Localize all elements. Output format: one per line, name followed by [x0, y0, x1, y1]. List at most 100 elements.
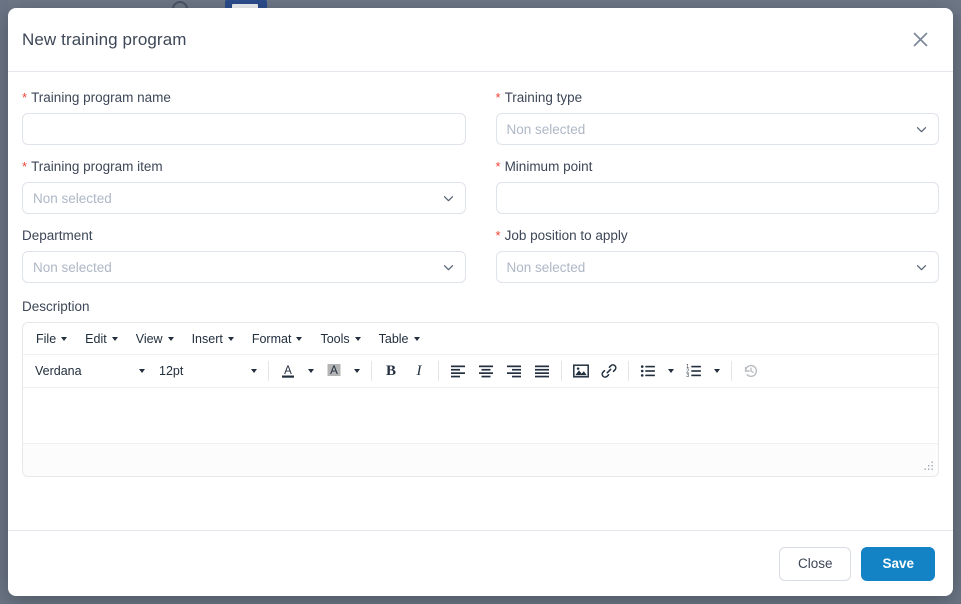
select-training-program-item[interactable]: Non selected [22, 182, 466, 214]
menu-tools[interactable]: Tools [311, 328, 369, 350]
toolbar-separator [438, 361, 439, 381]
font-size-select[interactable]: 12pt [151, 358, 263, 384]
chevron-down-icon [308, 369, 314, 373]
background-color-icon[interactable]: A [320, 358, 348, 384]
bold-icon[interactable]: B [377, 358, 405, 384]
label-training-program-item: * Training program item [22, 159, 466, 175]
close-button[interactable]: Close [778, 546, 852, 581]
label-text: Training type [504, 90, 583, 105]
menu-format[interactable]: Format [243, 328, 312, 350]
text-color-dropdown-arrow[interactable] [302, 358, 320, 384]
chevron-down-icon [139, 369, 145, 373]
text-color-split[interactable]: A [274, 358, 320, 384]
dialog-title: New training program [22, 29, 187, 49]
numbered-list-icon[interactable]: 1 2 3 [680, 358, 708, 384]
input-training-program-name[interactable] [22, 113, 466, 145]
chevron-down-icon [167, 336, 174, 341]
align-center-icon[interactable] [472, 358, 500, 384]
dialog-footer: Close Save [8, 530, 953, 596]
required-marker: * [22, 159, 28, 174]
chevron-down-icon [413, 336, 420, 341]
toolbar-separator [371, 361, 372, 381]
background-color-split[interactable]: A [320, 358, 366, 384]
field-department: Department Non selected [22, 228, 466, 283]
menu-edit[interactable]: Edit [76, 328, 127, 350]
menu-label: Format [251, 331, 292, 346]
menu-insert[interactable]: Insert [183, 328, 243, 350]
field-training-type: * Training type Non selected [495, 90, 939, 145]
select-placeholder: Non selected [506, 121, 586, 137]
label-department: Department [22, 228, 466, 244]
numbered-list-dropdown-arrow[interactable] [708, 358, 726, 384]
chevron-down-icon [354, 369, 360, 373]
numbered-list-split[interactable]: 1 2 3 [680, 358, 726, 384]
font-family-value: Verdana [35, 364, 82, 378]
align-left-icon[interactable] [444, 358, 472, 384]
required-marker: * [22, 90, 28, 105]
menu-label: File [36, 331, 57, 346]
editor-statusbar [23, 444, 938, 476]
align-right-icon[interactable] [500, 358, 528, 384]
chevron-down-icon [251, 369, 257, 373]
editor-content-area[interactable] [23, 388, 938, 444]
select-job-position-to-apply[interactable]: Non selected [495, 251, 939, 283]
required-marker: * [495, 90, 501, 105]
bullet-list-dropdown-arrow[interactable] [662, 358, 680, 384]
link-icon[interactable] [595, 358, 623, 384]
label-text: Job position to apply [504, 228, 628, 243]
field-training-program-item: * Training program item Non selected [22, 159, 466, 214]
select-placeholder: Non selected [506, 259, 586, 275]
bullet-list-split[interactable] [634, 358, 680, 384]
menu-table[interactable]: Table [370, 328, 429, 350]
toolbar-separator [731, 361, 732, 381]
close-icon[interactable] [905, 25, 935, 55]
chevron-down-icon [61, 336, 68, 341]
chevron-down-icon [443, 264, 453, 270]
menu-file[interactable]: File [27, 328, 76, 350]
font-size-value: 12pt [159, 364, 184, 378]
justify-icon[interactable] [528, 358, 556, 384]
italic-icon[interactable]: I [405, 358, 433, 384]
menu-label: Edit [85, 331, 107, 346]
image-icon[interactable] [567, 358, 595, 384]
input-minimum-point[interactable] [495, 182, 939, 214]
resize-grip-icon[interactable] [922, 460, 935, 473]
chevron-down-icon [916, 264, 927, 270]
label-text: Department [22, 228, 93, 243]
label-text: Minimum point [504, 159, 593, 174]
font-family-select[interactable]: Verdana [27, 358, 151, 384]
menu-label: Table [378, 331, 409, 346]
label-text: Training program item [31, 159, 163, 174]
label-text: Training program name [31, 90, 171, 105]
dialog-header: New training program [8, 8, 953, 72]
chevron-down-icon [296, 336, 303, 341]
editor-menubar: File Edit View Insert Format Tools Table [23, 323, 938, 355]
menu-view[interactable]: View [127, 328, 183, 350]
select-training-type[interactable]: Non selected [495, 113, 939, 145]
required-marker: * [495, 228, 501, 243]
restore-draft-icon[interactable] [737, 358, 765, 384]
field-training-program-name: * Training program name [22, 90, 466, 145]
form-grid: * Training program name * Training type … [22, 90, 939, 297]
label-training-program-name: * Training program name [22, 90, 466, 106]
text-color-icon[interactable]: A [274, 358, 302, 384]
chevron-down-icon [111, 336, 118, 341]
description-editor: File Edit View Insert Format Tools Table… [22, 322, 939, 477]
select-placeholder: Non selected [33, 190, 112, 206]
label-job-position-to-apply: * Job position to apply [496, 228, 940, 244]
field-minimum-point: * Minimum point [495, 159, 939, 214]
chevron-down-icon [227, 336, 234, 341]
toolbar-separator [561, 361, 562, 381]
select-department[interactable]: Non selected [22, 251, 466, 283]
chevron-down-icon [714, 369, 720, 373]
select-placeholder: Non selected [33, 259, 112, 275]
background-color-dropdown-arrow[interactable] [348, 358, 366, 384]
label-description: Description [22, 299, 90, 314]
save-button[interactable]: Save [861, 546, 935, 581]
svg-text:A: A [284, 365, 292, 377]
svg-text:3: 3 [686, 373, 689, 379]
chevron-down-icon [668, 369, 674, 373]
required-marker: * [495, 159, 501, 174]
bold-glyph: B [385, 362, 396, 379]
bullet-list-icon[interactable] [634, 358, 662, 384]
